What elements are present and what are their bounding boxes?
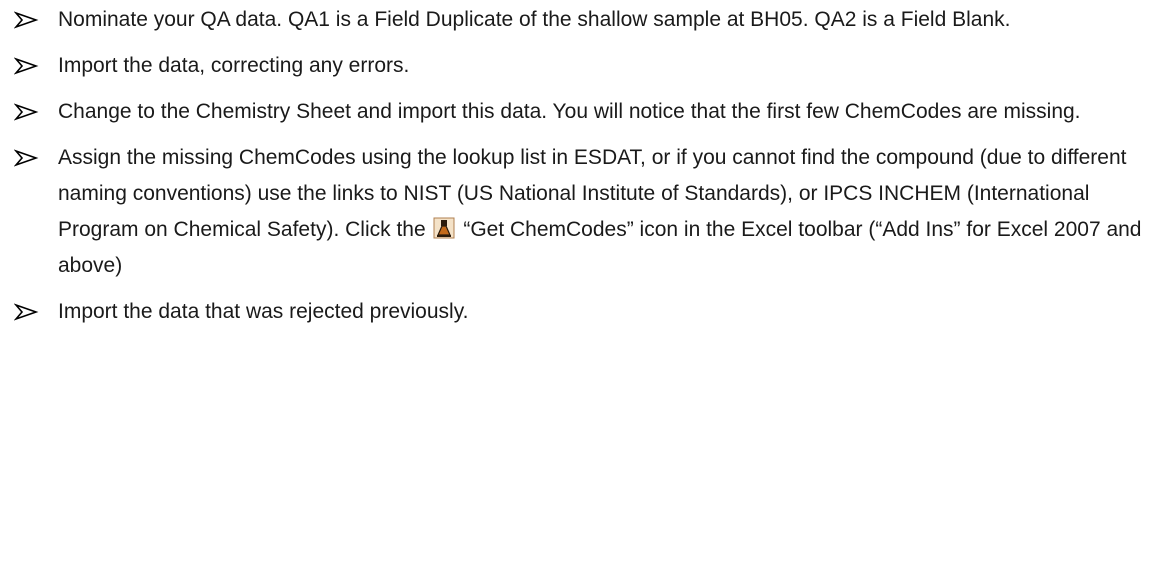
list-item-text: Import the data that was rejected previo…: [58, 300, 469, 323]
chemcodes-flask-icon: [433, 217, 455, 239]
list-item-text: Change to the Chemistry Sheet and import…: [58, 100, 1081, 123]
arrow-bullet-icon: [14, 103, 39, 121]
arrow-bullet-icon: [14, 57, 39, 75]
list-item-text: Nominate your QA data. QA1 is a Field Du…: [58, 8, 1011, 31]
arrow-bullet-icon: [14, 149, 39, 167]
list-item: Import the data that was rejected previo…: [14, 294, 1144, 330]
arrow-bullet-icon: [14, 11, 39, 29]
list-item: Assign the missing ChemCodes using the l…: [14, 140, 1144, 284]
list-item: Change to the Chemistry Sheet and import…: [14, 94, 1144, 130]
list-item: Nominate your QA data. QA1 is a Field Du…: [14, 2, 1144, 38]
list-item-text: Import the data, correcting any errors.: [58, 54, 410, 77]
list-item: Import the data, correcting any errors.: [14, 48, 1144, 84]
arrow-bullet-icon: [14, 303, 39, 321]
instruction-list: Nominate your QA data. QA1 is a Field Du…: [14, 0, 1144, 330]
